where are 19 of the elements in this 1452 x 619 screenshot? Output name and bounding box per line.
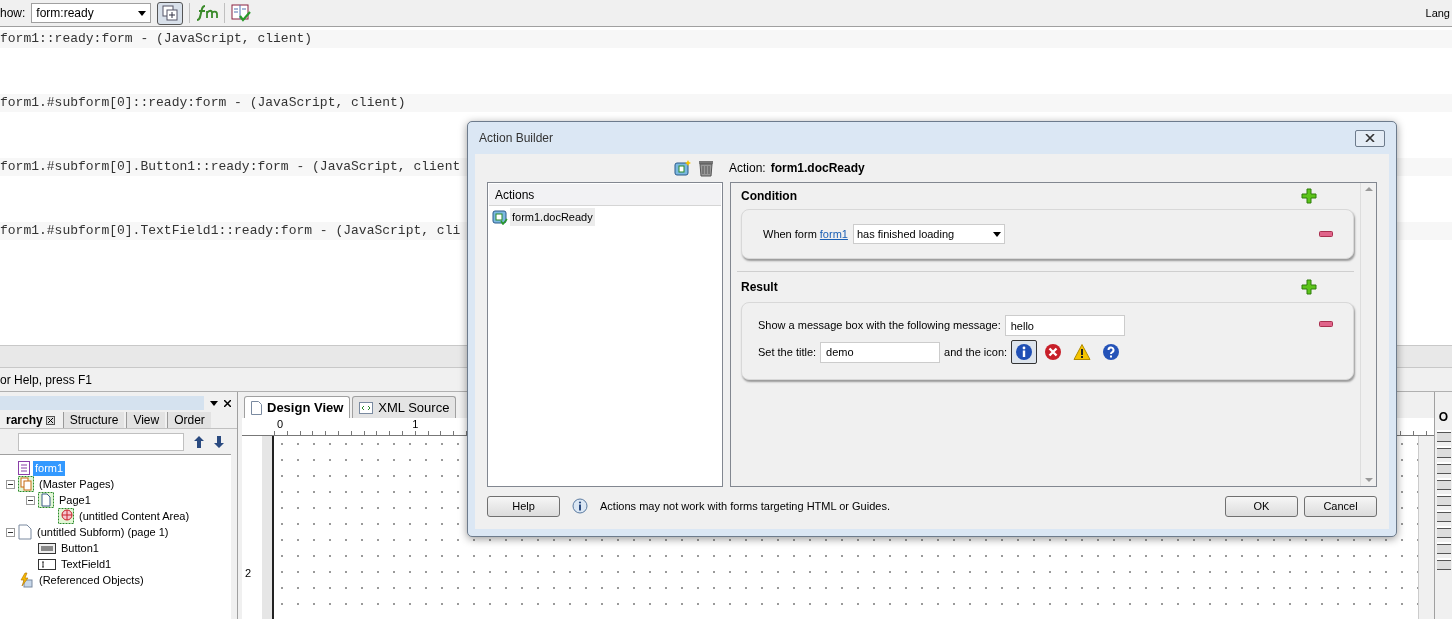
dialog-title: Action Builder <box>479 130 554 147</box>
title-label: Set the title: <box>758 344 817 360</box>
script-line: form1.#subform[0].Button1::ready:form - (JavaScript, client <box>0 158 461 177</box>
language-label: Lang <box>1425 5 1450 21</box>
note-text: Actions may not work with forms targeting HTML or Guides. <box>600 498 890 514</box>
condition-heading: Condition <box>741 188 797 205</box>
show-label: how: <box>0 5 26 22</box>
icon-label: and the icon: <box>944 344 1008 360</box>
status-bar-text: or Help, press F1 <box>0 371 93 389</box>
vertical-ruler: 2 <box>244 565 253 581</box>
script-line: form1.#subform[0]::ready:form - (JavaScript, client) <box>0 94 406 113</box>
condition-text: When form <box>763 226 817 242</box>
script-line: form1.#subform[0].TextField1::ready:form - (JavaScript, cli <box>0 222 461 241</box>
result-heading: Result <box>741 279 778 296</box>
script-line: form1::ready:form - (JavaScript, client) <box>0 30 313 49</box>
action-label: Action: <box>729 160 766 177</box>
message-label: Show a message box with the following message: <box>758 318 1001 334</box>
list-header: Actions <box>489 184 721 206</box>
action-name: form1.docReady <box>770 160 865 177</box>
